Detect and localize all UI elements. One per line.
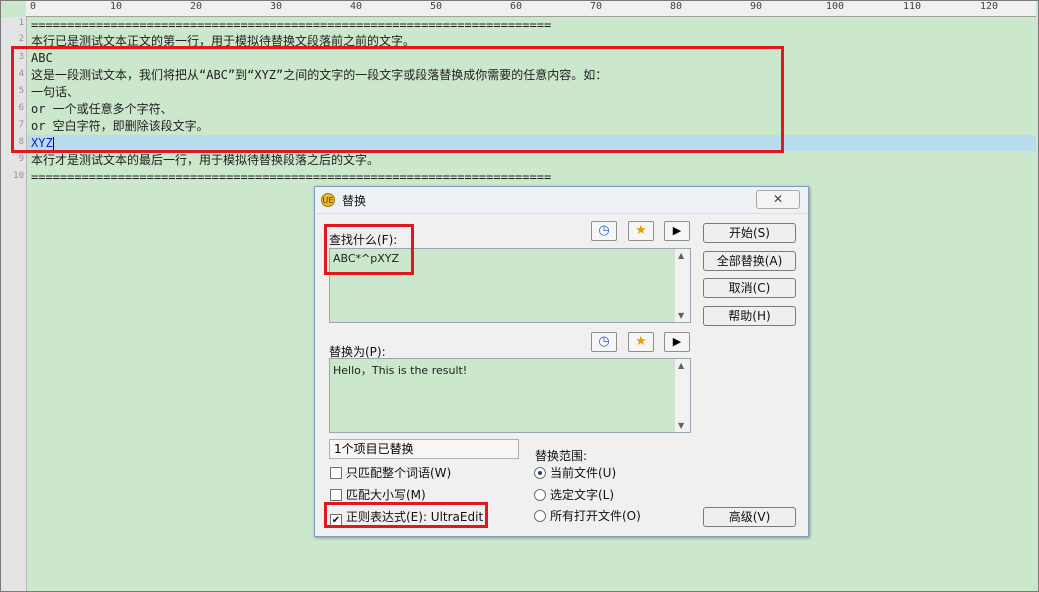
ruler-tick: 70 (590, 1, 603, 12)
highlight-box-target-text (11, 46, 784, 153)
ruler-tick: 20 (190, 1, 203, 12)
favorites-star-icon[interactable]: ★ (628, 221, 654, 241)
replace-input-value: Hello，This is the result! (333, 364, 468, 377)
expand-arrow-icon[interactable]: ▶ (664, 332, 690, 352)
help-button[interactable]: 帮助(H) (703, 306, 796, 326)
scope-all-open-radio[interactable]: 所有打开文件(O) (534, 507, 641, 524)
ruler-tick: 90 (750, 1, 763, 12)
match-case-checkbox[interactable]: 匹配大小写(M) (330, 486, 426, 503)
replace-scrollbar[interactable]: ▲ ▼ (674, 359, 690, 432)
history-clock-icon[interactable]: ◷ (591, 221, 617, 241)
expand-arrow-icon[interactable]: ▶ (664, 221, 690, 241)
favorites-star-icon[interactable]: ★ (628, 332, 654, 352)
radio-dot (534, 467, 546, 479)
ruler-tick: 50 (430, 1, 443, 12)
ruler-tick: 30 (270, 1, 283, 12)
highlight-box-find (324, 224, 414, 275)
highlight-box-regex (324, 502, 488, 528)
column-ruler: 0 10 20 30 40 50 60 70 80 90 100 110 120 (26, 1, 1036, 17)
line-number: 2 (18, 34, 24, 44)
replace-input[interactable]: Hello，This is the result! ▲ ▼ (329, 358, 691, 433)
checkbox-box (330, 489, 342, 501)
editor-line: 本行才是测试文本的最后一行，用于模拟待替换段落之后的文字。 (31, 153, 380, 167)
start-button[interactable]: 开始(S) (703, 223, 796, 243)
whole-word-checkbox[interactable]: 只匹配整个词语(W) (330, 464, 451, 481)
radio-dot (534, 510, 546, 522)
editor-line: ========================================… (31, 170, 552, 184)
line-number: 10 (13, 171, 24, 181)
editor-line: ========================================… (31, 18, 552, 32)
radio-dot (534, 489, 546, 501)
app-icon: UE (321, 193, 335, 207)
scope-selection-radio[interactable]: 选定文字(L) (534, 486, 614, 503)
advanced-button[interactable]: 高级(V) (703, 507, 796, 527)
history-clock-icon[interactable]: ◷ (591, 332, 617, 352)
ruler-tick: 40 (350, 1, 363, 12)
ruler-tick: 80 (670, 1, 683, 12)
scope-current-file-radio[interactable]: 当前文件(U) (534, 464, 616, 481)
ruler-tick: 10 (110, 1, 123, 12)
line-number: 1 (18, 18, 24, 28)
checkbox-box (330, 467, 342, 479)
dialog-title: 替换 (342, 194, 367, 208)
find-scrollbar[interactable]: ▲ ▼ (674, 249, 690, 322)
close-button[interactable]: ✕ (756, 190, 800, 209)
ruler-tick: 60 (510, 1, 523, 12)
ruler-tick: 110 (903, 1, 922, 12)
cancel-button[interactable]: 取消(C) (703, 278, 796, 298)
ruler-tick: 100 (826, 1, 845, 12)
ruler-tick: 120 (980, 1, 999, 12)
scope-group-title: 替换范围: (535, 449, 588, 463)
status-field: 1个项目已替换 (329, 439, 519, 459)
ruler-tick: 0 (30, 1, 37, 12)
dialog-titlebar[interactable]: UE 替换 ✕ (315, 187, 808, 214)
replace-all-button[interactable]: 全部替换(A) (703, 251, 796, 271)
line-number: 9 (18, 154, 24, 164)
